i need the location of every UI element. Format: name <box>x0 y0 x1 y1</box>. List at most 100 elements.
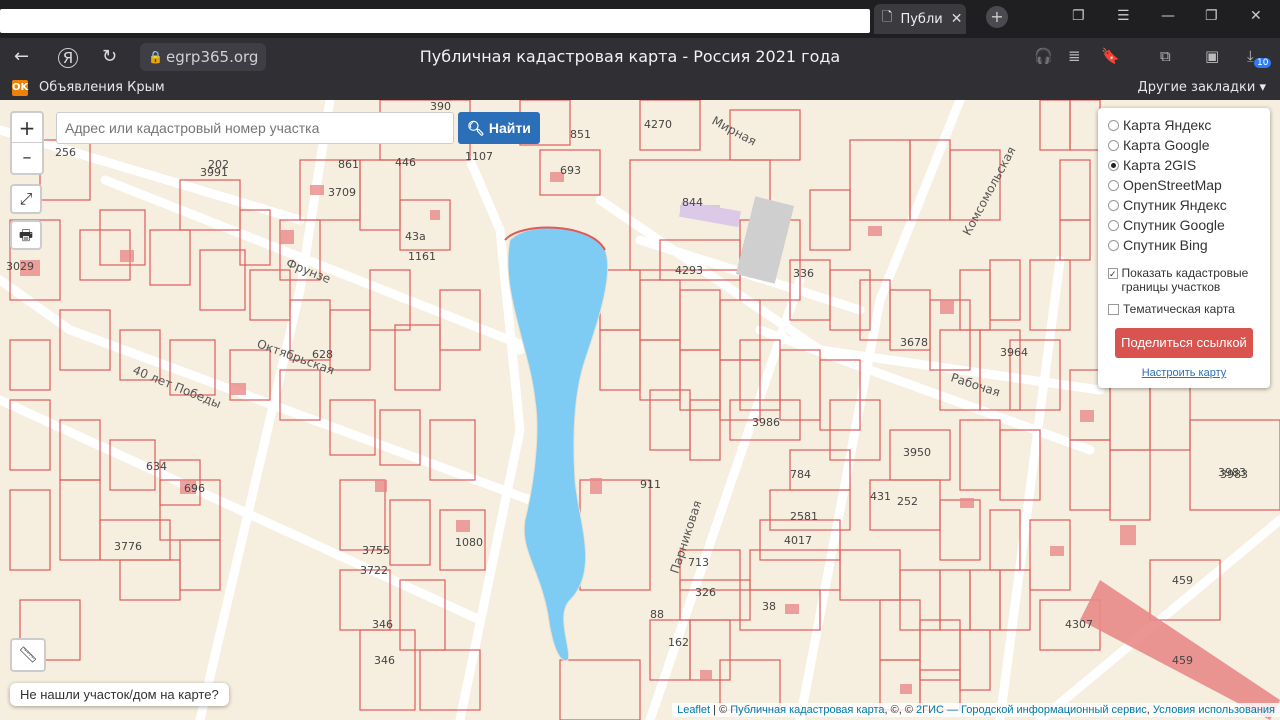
blank-tab-strip <box>0 9 870 33</box>
terms-link[interactable]: Условия использования <box>1153 704 1275 716</box>
parcel-label: 784 <box>790 468 811 481</box>
print-icon[interactable]: 🖶 <box>10 220 42 250</box>
parcel-label: 2581 <box>790 510 818 523</box>
parcel-label: 346 <box>372 618 393 631</box>
ruler-icon[interactable]: 📏︎ <box>10 638 46 672</box>
cadastral-map[interactable]: 256 390 851 4270 202 446 861 1107 693 39… <box>0 100 1280 720</box>
parcel-label: 252 <box>897 495 918 508</box>
maximize-icon[interactable]: ❐ <box>1205 8 1218 24</box>
bookmark-item[interactable]: Объявления Крым <box>39 80 165 95</box>
parcel-label: 3986 <box>752 416 780 429</box>
find-button-label: Найти <box>488 120 531 136</box>
radio-icon <box>1108 219 1119 231</box>
leaflet-link[interactable]: Leaflet <box>677 704 710 716</box>
map-attribution: Leaflet | © Публичная кадастровая карта,… <box>672 703 1280 717</box>
headphones-icon[interactable]: 🎧 <box>1034 47 1053 65</box>
radio-selected-icon <box>1108 159 1119 171</box>
parcel-label: 713 <box>688 556 709 569</box>
parcel-label: 3722 <box>360 564 388 577</box>
parcel-label: 696 <box>184 482 205 495</box>
extension-icon[interactable]: ▣ <box>1205 47 1219 65</box>
parcel-label: 43a <box>405 230 426 243</box>
attribution-text: | © <box>710 704 731 716</box>
parcel-label: 1161 <box>408 250 436 263</box>
parcel-label: 4307 <box>1065 618 1093 631</box>
fullscreen-icon[interactable]: ⤢ <box>10 184 42 214</box>
parcel-label: 851 <box>570 128 591 141</box>
menu-icon[interactable]: ☰ <box>1117 8 1130 24</box>
find-button[interactable]: 🔍︎ Найти <box>458 112 540 144</box>
radio-icon <box>1108 239 1119 251</box>
layer-label: OpenStreetMap <box>1123 177 1222 193</box>
parcel-label: 861 <box>338 158 359 171</box>
layer-option-bing-sat[interactable]: Спутник Bing <box>1108 237 1208 253</box>
parcel-label: 3776 <box>114 540 142 553</box>
parcel-label: 693 <box>560 164 581 177</box>
download-icon[interactable]: ⤓ <box>1247 47 1254 65</box>
bookmarks-bar: OK Объявления Крым Другие закладки ▾ <box>0 76 1280 100</box>
pkk-link[interactable]: Публичная кадастровая карта <box>730 704 884 716</box>
radio-icon <box>1108 199 1119 211</box>
layer-label: Карта 2GIS <box>1123 157 1197 173</box>
parcel-label: 3950 <box>903 446 931 459</box>
show-boundaries-checkbox[interactable]: ✓ Показать кадастровые границы участков <box>1108 266 1268 294</box>
thematic-map-checkbox[interactable]: Тематическая карта <box>1108 302 1235 316</box>
parcel-label: 38 <box>762 600 776 613</box>
parcel-label: 162 <box>668 636 689 649</box>
search-icon: 🔍︎ <box>467 120 485 136</box>
layer-option-osm[interactable]: OpenStreetMap <box>1108 177 1222 193</box>
parcel-label: 4017 <box>784 534 812 547</box>
parcel-label: 4270 <box>644 118 672 131</box>
parcel-label: 326 <box>695 586 716 599</box>
bookmark-icon[interactable]: 🔖 <box>1101 47 1120 65</box>
attribution-text: , ©, © <box>884 704 916 716</box>
layer-option-yandex-sat[interactable]: Спутник Яндекс <box>1108 197 1227 213</box>
checkbox-label: Тематическая карта <box>1123 302 1235 316</box>
configure-map-link[interactable]: Настроить карту <box>1098 367 1270 379</box>
browser-tab[interactable]: 🗋 Публи ✕ <box>874 4 966 34</box>
checkbox-label: Показать кадастровые границы участков <box>1121 266 1249 294</box>
not-found-button[interactable]: Не нашли участок/дом на карте? <box>10 683 229 706</box>
parcel-label: 431 <box>870 490 891 503</box>
minimize-icon[interactable]: — <box>1161 8 1175 24</box>
parcel-label: 634 <box>146 460 167 473</box>
parcel-label: 336 <box>793 267 814 280</box>
collections-icon[interactable]: ⧉ <box>1160 47 1171 65</box>
other-bookmarks[interactable]: Другие закладки ▾ <box>1138 80 1266 95</box>
radio-icon <box>1108 139 1119 151</box>
layer-option-google-map[interactable]: Карта Google <box>1108 137 1210 153</box>
radio-icon <box>1108 179 1119 191</box>
2gis-link[interactable]: 2ГИС — Городской информационный сервис <box>916 704 1147 716</box>
tabs-icon[interactable]: ❐ <box>1072 8 1085 24</box>
layer-label: Карта Google <box>1123 137 1210 153</box>
parcel-label: 1080 <box>455 536 483 549</box>
parcel-label: 459 <box>1172 574 1193 587</box>
odnoklassniki-icon: OK <box>12 80 28 96</box>
parcel-label: 3755 <box>362 544 390 557</box>
close-tab-icon[interactable]: ✕ <box>951 11 963 27</box>
new-tab-button[interactable]: + <box>986 6 1008 28</box>
radio-icon <box>1108 119 1119 131</box>
zoom-out-button[interactable]: – <box>12 143 42 173</box>
parcel-label: 3029 <box>6 260 34 273</box>
zoom-in-button[interactable]: + <box>12 113 42 143</box>
layer-option-2gis-map[interactable]: Карта 2GIS <box>1108 157 1196 173</box>
share-link-button[interactable]: Поделиться ссылкой <box>1115 328 1253 358</box>
parcel-label: 3709 <box>328 186 356 199</box>
browser-navbar: ← Я ↻ 🔒 egrp365.org Публичная кадастрова… <box>0 38 1280 76</box>
reader-icon[interactable]: ≣ <box>1068 47 1081 65</box>
parcel-label: 3964 <box>1000 346 1028 359</box>
checkmark-icon: ✓ <box>1108 268 1118 279</box>
parcel-label: 3991 <box>200 166 228 179</box>
close-window-icon[interactable]: ✕ <box>1250 8 1262 24</box>
parcel-label: 3678 <box>900 336 928 349</box>
zoom-control: + – <box>10 111 44 175</box>
layer-label: Спутник Яндекс <box>1123 197 1227 213</box>
checkbox-icon <box>1108 303 1119 315</box>
layer-option-google-sat[interactable]: Спутник Google <box>1108 217 1225 233</box>
search-input[interactable] <box>56 112 454 144</box>
parcel-label: 844 <box>682 196 703 209</box>
browser-tabbar: 🗋 Публи ✕ + ❐ ☰ — ❐ ✕ <box>0 0 1280 38</box>
layer-option-yandex-map[interactable]: Карта Яндекс <box>1108 117 1211 133</box>
download-badge: 10 <box>1254 58 1272 68</box>
